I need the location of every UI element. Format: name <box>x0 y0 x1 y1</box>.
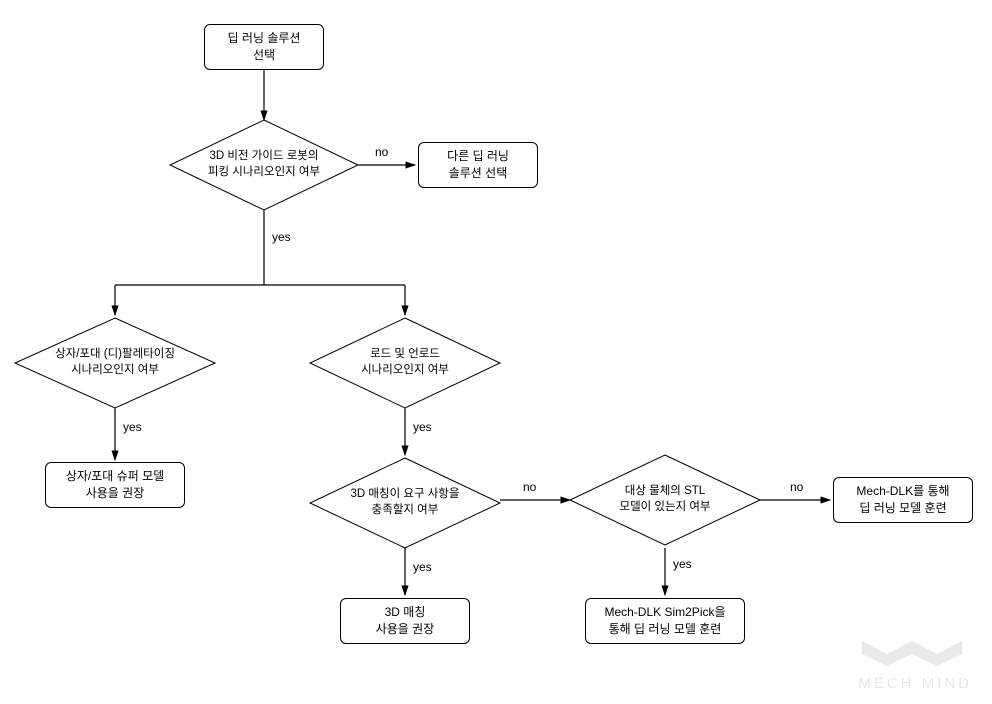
edge-label-yes: yes <box>413 560 432 574</box>
mech-mind-logo-icon <box>852 636 972 670</box>
node-sim2pick: Mech-DLK Sim2Pick을통해 딥 러닝 모델 훈련 <box>585 598 745 644</box>
edge-label-yes: yes <box>123 420 142 434</box>
node-3d-matching: 3D 매칭사용을 권장 <box>340 598 470 644</box>
edge-label-yes: yes <box>413 420 432 434</box>
node-mech-dlk: Mech-DLK를 통해딥 러닝 모델 훈련 <box>833 477 973 523</box>
edge-label-no: no <box>375 145 388 159</box>
node-text: 대상 물체의 STL모델이 있는지 여부 <box>570 455 760 545</box>
node-super-model: 상자/포대 슈퍼 모델사용을 권장 <box>45 462 185 508</box>
edge-label-yes: yes <box>272 230 291 244</box>
node-text: 다른 딥 러닝솔루션 선택 <box>447 148 509 182</box>
node-text: 상자/포대 (디)팔레타이징시나리오인지 여부 <box>15 318 215 408</box>
edge-label-no: no <box>790 480 803 494</box>
decision-3d-vision-robot: 3D 비전 가이드 로봇의피킹 시나리오인지 여부 <box>170 120 358 210</box>
node-text: 딥 러닝 솔루션선택 <box>228 30 301 64</box>
node-text: 3D 매칭이 요구 사항을충족할지 여부 <box>310 458 500 548</box>
edge-label-yes: yes <box>673 557 692 571</box>
node-text: 로드 및 언로드시나리오인지 여부 <box>310 318 500 408</box>
node-text: Mech-DLK를 통해딥 러닝 모델 훈련 <box>856 483 949 517</box>
watermark: MECH MIND <box>852 636 972 692</box>
edge-label-no: no <box>523 480 536 494</box>
decision-palletizing: 상자/포대 (디)팔레타이징시나리오인지 여부 <box>15 318 215 408</box>
decision-3d-matching: 3D 매칭이 요구 사항을충족할지 여부 <box>310 458 500 548</box>
node-start: 딥 러닝 솔루션선택 <box>204 24 324 70</box>
watermark-text: MECH MIND <box>852 675 972 692</box>
node-other-solution: 다른 딥 러닝솔루션 선택 <box>418 142 538 188</box>
node-text: Mech-DLK Sim2Pick을통해 딥 러닝 모델 훈련 <box>604 604 725 638</box>
decision-load-unload: 로드 및 언로드시나리오인지 여부 <box>310 318 500 408</box>
node-text: 상자/포대 슈퍼 모델사용을 권장 <box>66 468 164 502</box>
decision-stl-model: 대상 물체의 STL모델이 있는지 여부 <box>570 455 760 545</box>
node-text: 3D 매칭사용을 권장 <box>376 604 435 638</box>
node-text: 3D 비전 가이드 로봇의피킹 시나리오인지 여부 <box>170 120 358 210</box>
